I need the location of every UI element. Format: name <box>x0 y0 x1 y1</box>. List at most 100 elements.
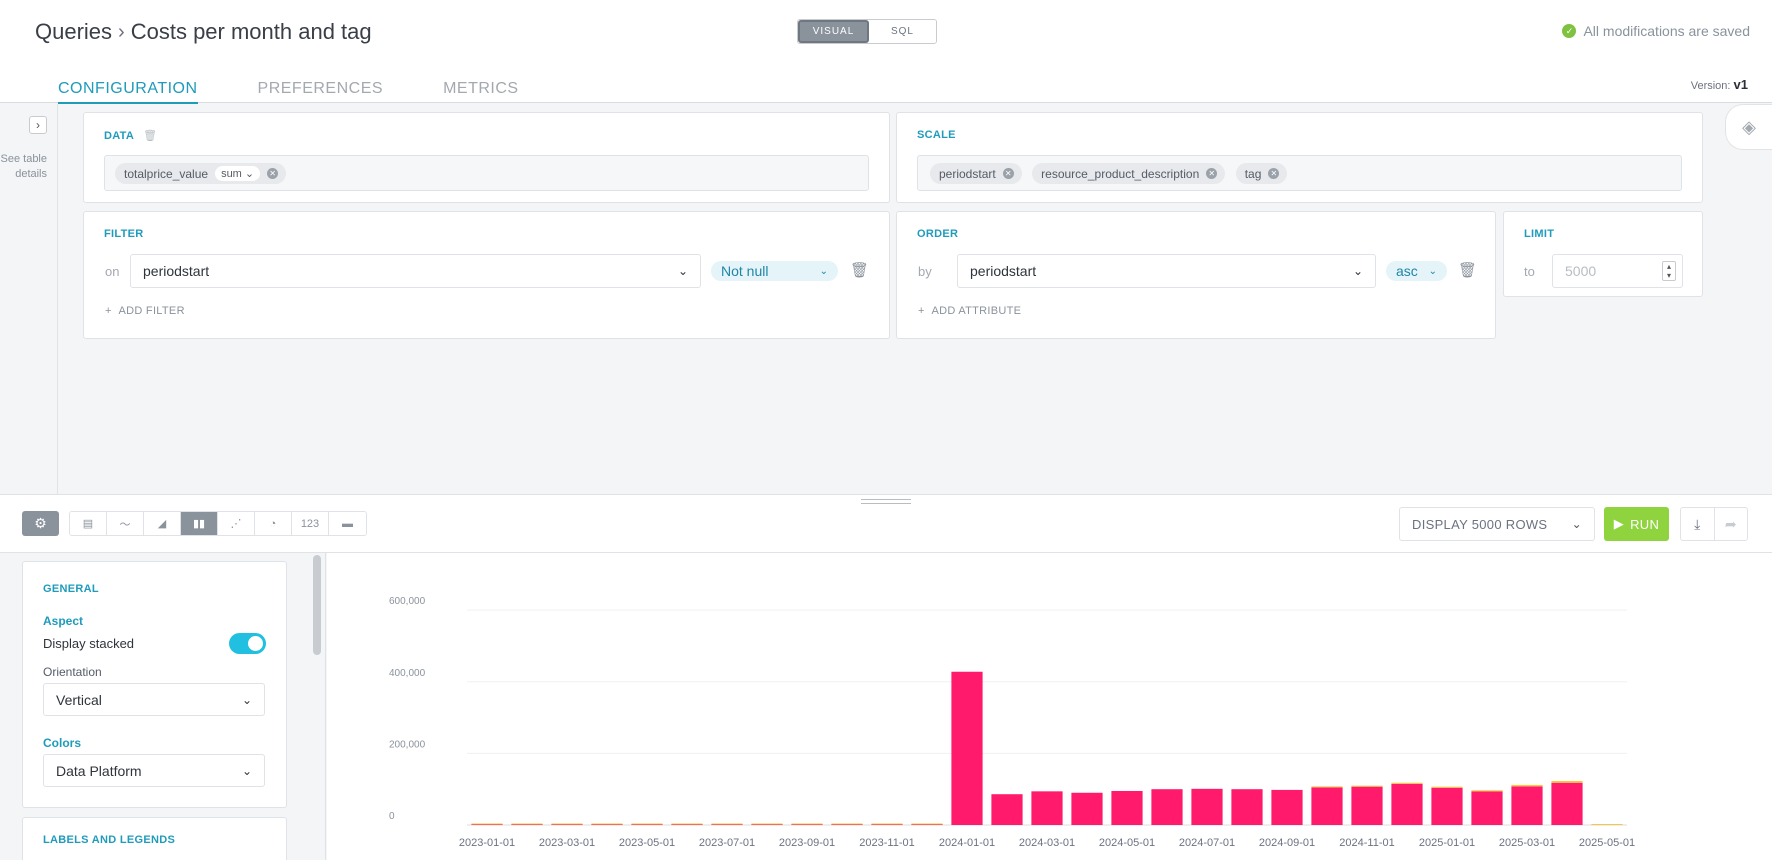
scale-chip[interactable]: periodstart ✕ <box>930 163 1022 184</box>
y-tick-label: 600,000 <box>389 596 426 607</box>
scale-field-box[interactable]: periodstart ✕ resource_product_descriptio… <box>917 155 1682 191</box>
x-tick-label: 2024-01-01 <box>939 837 995 849</box>
expand-sidebar-button[interactable]: › <box>29 116 47 134</box>
add-filter-label: ADD FILTER <box>118 305 185 317</box>
data-chip-label: totalprice_value <box>124 166 209 181</box>
line-chart-icon[interactable]: 〜 <box>107 512 144 535</box>
aspect-title: Aspect <box>43 614 84 628</box>
bar <box>711 823 743 825</box>
page-title[interactable]: Costs per month and tag <box>131 19 372 45</box>
breadcrumb-root[interactable]: Queries <box>35 19 112 45</box>
bar <box>1311 786 1343 788</box>
y-tick-label: 0 <box>389 811 395 822</box>
add-attribute-button[interactable]: + ADD ATTRIBUTE <box>918 305 1021 317</box>
remove-chip-icon[interactable]: ✕ <box>1268 168 1280 179</box>
trash-icon[interactable]: 🗑 <box>1458 261 1477 279</box>
gauge-icon[interactable]: ▬ <box>329 512 366 535</box>
chevron-down-icon: ⌄ <box>241 763 252 778</box>
display-stacked-label: Display stacked <box>43 636 135 651</box>
bar <box>1391 783 1423 825</box>
display-rows-value: DISPLAY 5000 ROWS <box>1412 516 1548 532</box>
config-tabs: CONFIGURATION PREFERENCES METRICS <box>58 80 519 104</box>
scale-chip[interactable]: tag ✕ <box>1235 163 1288 184</box>
x-tick-label: 2023-07-01 <box>699 837 755 849</box>
save-status: ✓ All modifications are saved <box>1562 23 1750 39</box>
stepper-icon[interactable]: ▴ ▾ <box>1662 261 1676 281</box>
data-field-box[interactable]: totalprice_value sum ⌄ ✕ <box>104 155 869 191</box>
filter-condition-select[interactable]: Not null ⌄ <box>711 261 838 281</box>
data-panel-title: DATA 🗑 <box>104 129 157 142</box>
order-field-value: periodstart <box>970 263 1037 279</box>
labels-legends-title[interactable]: LABELS AND LEGENDS <box>43 834 175 846</box>
scale-panel: SCALE periodstart ✕ resource_product_desc… <box>896 112 1703 203</box>
trash-icon[interactable]: 🗑 <box>850 261 869 279</box>
aggregation-select[interactable]: sum ⌄ <box>215 166 261 181</box>
tab-metrics[interactable]: METRICS <box>443 80 519 104</box>
scatter-icon[interactable]: ⋰ <box>218 512 255 535</box>
see-table-details-link[interactable]: See table details <box>0 152 47 182</box>
bar <box>1231 789 1263 825</box>
order-direction-value: asc <box>1396 263 1418 279</box>
bar <box>1551 782 1583 825</box>
save-status-text: All modifications are saved <box>1583 23 1750 39</box>
export-buttons: ⤓ ➦ <box>1680 507 1748 541</box>
bar <box>1191 788 1223 825</box>
bar <box>1591 824 1623 825</box>
visual-mode-button[interactable]: VISUAL <box>798 20 869 43</box>
remove-chip-icon[interactable]: ✕ <box>267 168 279 179</box>
version-value: v1 <box>1733 77 1748 92</box>
bar <box>1511 786 1543 825</box>
area-chart-icon[interactable]: ◢ <box>144 512 181 535</box>
bar <box>1431 786 1463 788</box>
settings-scrollbar[interactable] <box>313 555 321 655</box>
order-field-select[interactable]: periodstart ⌄ <box>957 254 1376 288</box>
run-button[interactable]: ▶ RUN <box>1604 507 1669 541</box>
x-tick-label: 2024-07-01 <box>1179 837 1235 849</box>
bar <box>991 794 1023 825</box>
tab-preferences[interactable]: PREFERENCES <box>258 80 384 104</box>
chevron-down-icon: ⌄ <box>244 168 255 180</box>
order-panel-title: ORDER <box>917 228 959 240</box>
scale-chip[interactable]: resource_product_description ✕ <box>1032 163 1226 184</box>
bar-chart-icon[interactable]: ▮▮ <box>181 512 218 535</box>
trash-icon[interactable]: 🗑 <box>143 130 157 142</box>
limit-panel-title: LIMIT <box>1524 228 1555 240</box>
colors-select[interactable]: Data Platform ⌄ <box>43 754 265 787</box>
share-icon[interactable]: ➦ <box>1715 508 1748 540</box>
limit-input[interactable]: 5000 ▴ ▾ <box>1552 254 1683 288</box>
x-tick-label: 2023-09-01 <box>779 837 835 849</box>
filter-panel-title: FILTER <box>104 228 144 240</box>
settings-gear-button[interactable]: ⚙ <box>22 511 59 536</box>
layers-icon[interactable]: ◈ <box>1725 104 1772 150</box>
chevron-down-icon: ⌄ <box>819 265 828 277</box>
scale-chip-label: tag <box>1244 166 1262 181</box>
remove-chip-icon[interactable]: ✕ <box>1002 168 1014 179</box>
x-tick-label: 2025-05-01 <box>1579 837 1635 849</box>
pie-chart-icon[interactable]: ◔ <box>255 512 292 535</box>
chevron-right-icon: › <box>118 20 125 43</box>
table-details-strip: › See table details <box>0 104 58 494</box>
order-panel: ORDER by periodstart ⌄ asc ⌄ 🗑 + ADD ATT… <box>896 211 1496 339</box>
bar <box>1111 790 1143 825</box>
x-tick-label: 2024-05-01 <box>1099 837 1155 849</box>
orientation-select[interactable]: Vertical ⌄ <box>43 683 265 716</box>
display-rows-select[interactable]: DISPLAY 5000 ROWS ⌄ <box>1399 507 1595 541</box>
y-tick-label: 400,000 <box>389 668 426 679</box>
number-icon[interactable]: 123 <box>292 512 329 535</box>
order-direction-select[interactable]: asc ⌄ <box>1386 261 1447 281</box>
filter-field-select[interactable]: periodstart ⌄ <box>130 254 701 288</box>
y-tick-label: 200,000 <box>389 739 426 750</box>
bar <box>1351 786 1383 825</box>
tab-configuration[interactable]: CONFIGURATION <box>58 80 198 104</box>
download-icon[interactable]: ⤓ <box>1681 508 1715 540</box>
display-stacked-toggle[interactable] <box>229 633 266 654</box>
chart-settings-panel: GENERAL Aspect Display stacked Orientati… <box>0 553 326 860</box>
colors-title: Colors <box>43 736 82 750</box>
remove-chip-icon[interactable]: ✕ <box>1206 168 1218 179</box>
data-chip[interactable]: totalprice_value sum ⌄ ✕ <box>115 163 287 184</box>
table-icon[interactable]: ▤ <box>70 512 107 535</box>
add-filter-button[interactable]: + ADD FILTER <box>105 305 185 317</box>
resize-handle[interactable] <box>861 499 911 504</box>
sql-mode-button[interactable]: SQL <box>869 20 936 43</box>
version-label: Version: <box>1690 80 1731 92</box>
